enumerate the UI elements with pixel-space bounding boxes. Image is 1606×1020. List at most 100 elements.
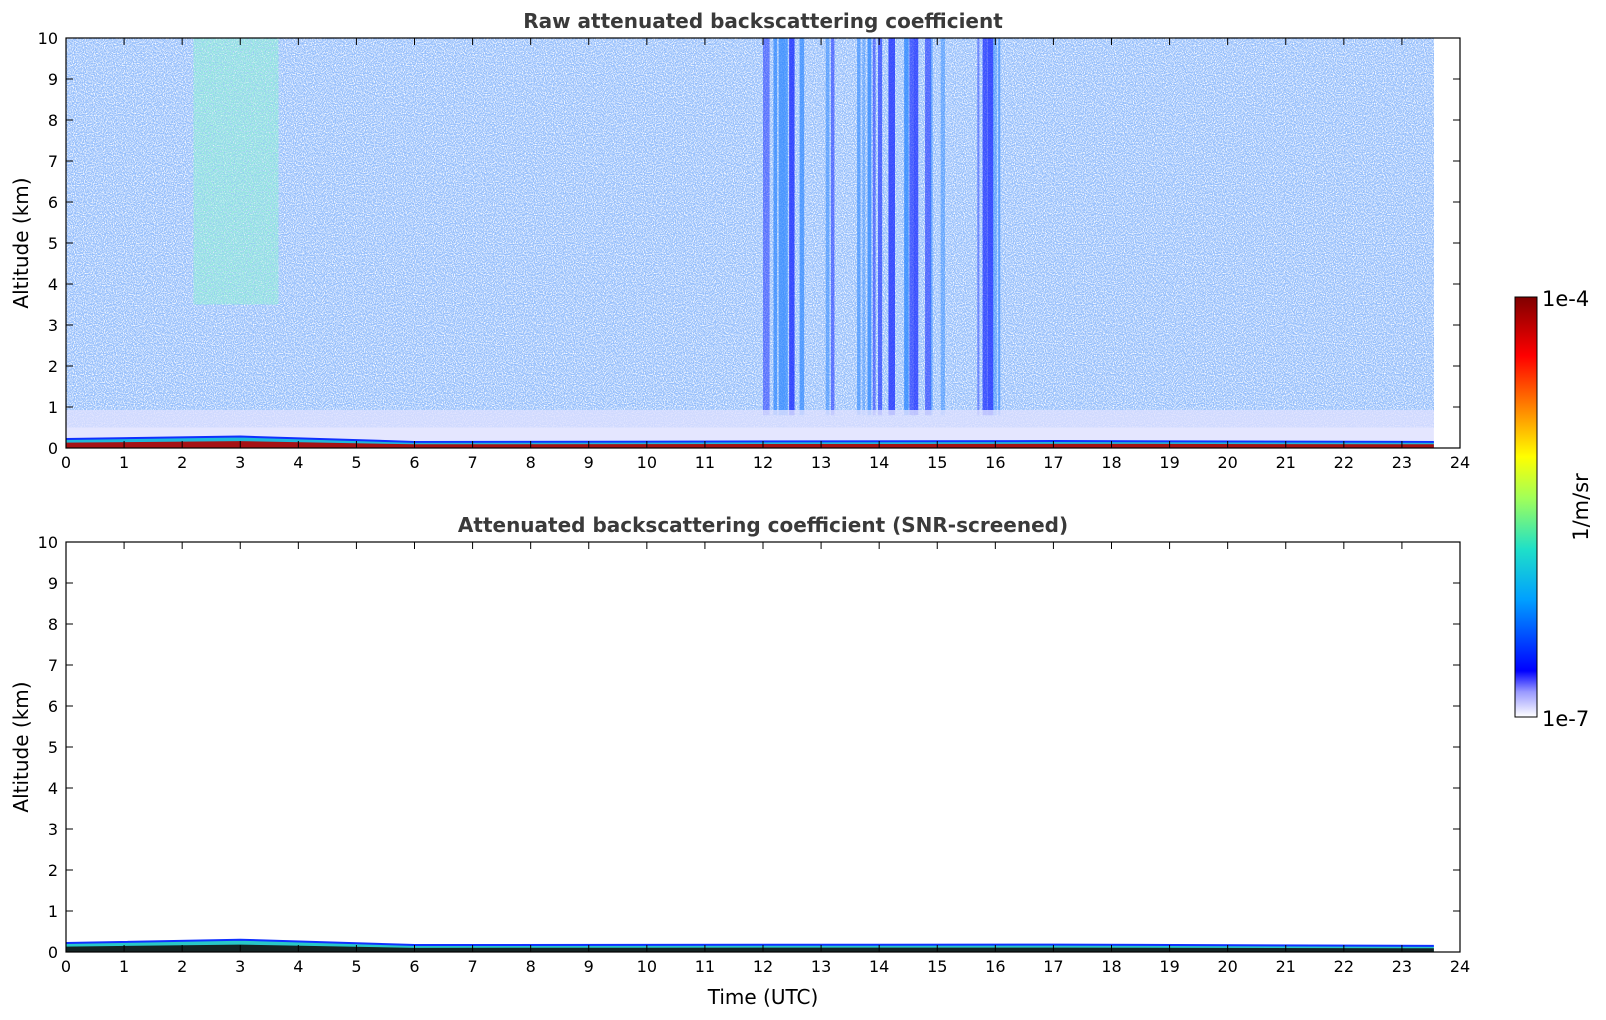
y-tick-label: 1 [48, 398, 58, 417]
colorbar: 1e-4 1e-7 1/m/sr [1514, 287, 1593, 731]
y-tick-label: 5 [48, 234, 58, 253]
y-tick-label: 7 [48, 656, 58, 675]
screened-boundary-layer [66, 938, 1434, 952]
y-tick-label: 7 [48, 152, 58, 171]
x-tick-label: 8 [526, 453, 536, 472]
y-tick-label: 2 [48, 357, 58, 376]
streak [930, 38, 933, 416]
y-tick-label: 9 [48, 70, 58, 89]
panel-screened-ylabel: Altitude (km) [9, 681, 33, 812]
colorbar-min-label: 1e-7 [1542, 707, 1589, 731]
streak [763, 38, 770, 416]
streak [857, 38, 861, 416]
x-tick-label: 20 [1217, 453, 1237, 472]
x-tick-label: 9 [584, 957, 594, 976]
panel-screened-heatmap [66, 938, 1434, 952]
x-tick-label: 3 [235, 957, 245, 976]
panel-raw-ylabel: Altitude (km) [9, 177, 33, 308]
panel-screened-xlabel: Time (UTC) [707, 985, 819, 1009]
raw-enhanced-signal-region [193, 38, 279, 305]
x-tick-label: 7 [467, 453, 477, 472]
x-tick-label: 6 [409, 957, 419, 976]
y-tick-label: 3 [48, 316, 58, 335]
y-tick-label: 1 [48, 902, 58, 921]
panel-raw: Raw attenuated backscattering coefficien… [9, 9, 1470, 472]
x-tick-label: 6 [409, 453, 419, 472]
panel-screened-title: Attenuated backscattering coefficient (S… [458, 513, 1068, 537]
x-tick-label: 13 [811, 453, 831, 472]
panel-screened-ticks: 0 1 2 3 4 5 6 7 8 9 10 11 12 13 14 15 16 17 18 19 20 21 22 23 24… [38, 533, 1471, 976]
x-tick-label: 17 [1043, 957, 1063, 976]
x-tick-label: 2 [177, 453, 187, 472]
colorbar-gradient [1514, 296, 1538, 718]
y-tick-label: 0 [48, 439, 58, 458]
panel-raw-title: Raw attenuated backscattering coefficien… [523, 9, 1003, 33]
x-tick-label: 4 [293, 453, 303, 472]
streak [799, 38, 805, 416]
streak [783, 38, 788, 416]
streak [909, 38, 915, 416]
streak [914, 38, 919, 416]
streak [888, 38, 895, 416]
y-tick-label: 2 [48, 861, 58, 880]
colorbar-max-label: 1e-4 [1542, 287, 1589, 311]
y-tick-label: 3 [48, 820, 58, 839]
y-tick-label: 8 [48, 615, 58, 634]
streak [925, 38, 932, 416]
x-tick-label: 19 [1159, 957, 1179, 976]
streak [977, 38, 980, 416]
x-tick-label: 15 [927, 957, 947, 976]
x-tick-label: 10 [637, 453, 657, 472]
x-tick-label: 0 [61, 957, 71, 976]
y-tick-label: 4 [48, 779, 58, 798]
x-tick-label: 7 [467, 957, 477, 976]
streak [862, 38, 866, 416]
x-tick-label: 18 [1101, 957, 1121, 976]
y-tick-label: 5 [48, 738, 58, 757]
x-tick-label: 22 [1334, 957, 1354, 976]
x-tick-label: 12 [753, 957, 773, 976]
streak [778, 38, 785, 416]
x-tick-label: 16 [985, 957, 1005, 976]
x-tick-label: 16 [985, 453, 1005, 472]
x-tick-label: 23 [1392, 453, 1412, 472]
x-tick-label: 20 [1217, 957, 1237, 976]
y-tick-label: 0 [48, 943, 58, 962]
x-tick-label: 1 [119, 957, 129, 976]
x-tick-label: 24 [1450, 453, 1470, 472]
colorbar-unit-label: 1/m/sr [1569, 473, 1593, 541]
panel-raw-heatmap [66, 38, 1434, 448]
x-tick-label: 11 [695, 453, 715, 472]
x-tick-label: 11 [695, 957, 715, 976]
x-tick-label: 2 [177, 957, 187, 976]
y-tick-label: 4 [48, 275, 58, 294]
x-tick-label: 22 [1334, 453, 1354, 472]
x-tick-label: 23 [1392, 957, 1412, 976]
y-tick-label: 10 [38, 29, 58, 48]
y-tick-label: 6 [48, 697, 58, 716]
x-tick-label: 15 [927, 453, 947, 472]
x-tick-label: 0 [61, 453, 71, 472]
figure: Raw attenuated backscattering coefficien… [9, 9, 1593, 1009]
x-tick-label: 4 [293, 957, 303, 976]
streak [982, 38, 988, 416]
panel-screened-frame [65, 541, 1461, 953]
x-tick-label: 24 [1450, 957, 1470, 976]
x-tick-label: 1 [119, 453, 129, 472]
y-tick-label: 10 [38, 533, 58, 552]
x-tick-label: 10 [637, 957, 657, 976]
streak [789, 38, 795, 416]
panel-screened: Attenuated backscattering coefficient (S… [9, 513, 1470, 1009]
x-tick-label: 17 [1043, 453, 1063, 472]
x-tick-label: 18 [1101, 453, 1121, 472]
x-tick-label: 21 [1276, 957, 1296, 976]
x-tick-label: 14 [869, 957, 889, 976]
x-tick-label: 13 [811, 957, 831, 976]
x-tick-label: 21 [1276, 453, 1296, 472]
x-tick-label: 5 [351, 453, 361, 472]
streak [993, 38, 997, 416]
x-tick-label: 8 [526, 957, 536, 976]
streak [940, 38, 946, 416]
x-tick-label: 19 [1159, 453, 1179, 472]
streak [830, 38, 835, 416]
